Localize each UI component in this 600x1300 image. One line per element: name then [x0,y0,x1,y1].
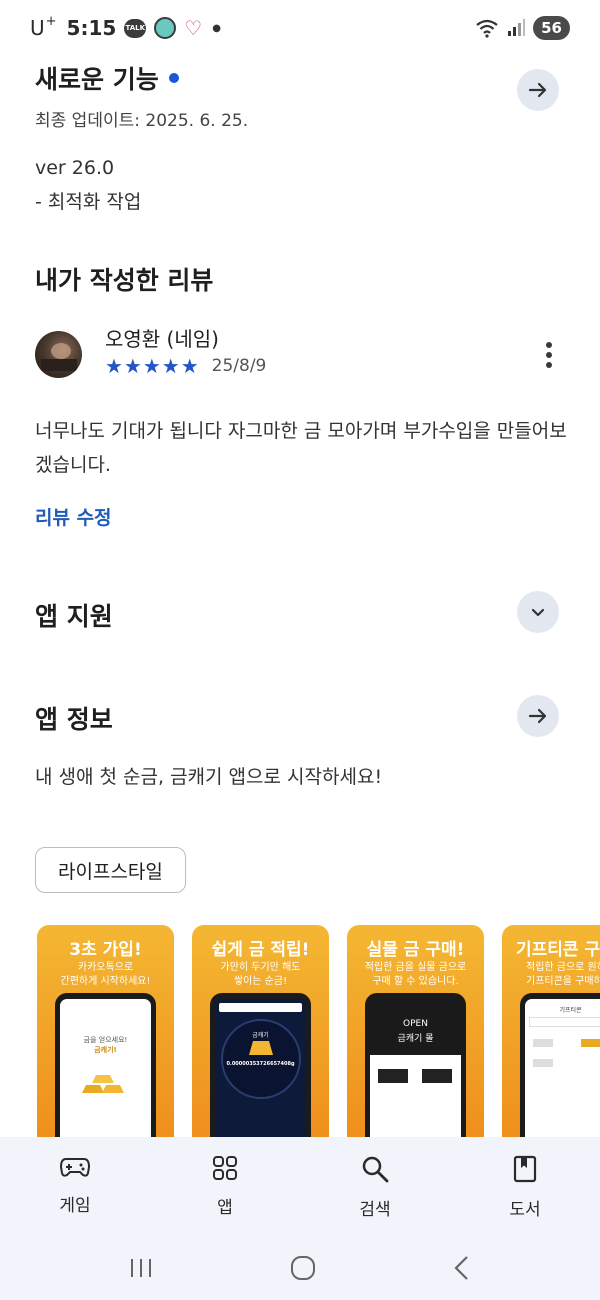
screenshot-subtitle: 적립한 금으로 원하 기프티콘을 구매하 [526,962,600,987]
bottom-navigation: 게임 앱 검색 도서 [0,1137,600,1235]
last-updated-text: 최종 업데이트: 2025. 6. 25. [35,111,249,131]
screenshot-subtitle: 카카오톡으로 간편하게 시작하세요! [60,962,151,987]
nav-label: 검색 [359,1200,391,1220]
whats-new-arrow-button[interactable] [517,69,559,111]
arrow-right-icon [528,82,547,98]
nav-item-books[interactable]: 도서 [450,1137,600,1235]
version-text: ver 26.0 [35,157,115,179]
app-support-heading: 앱 지원 [35,602,113,631]
system-navigation-bar [0,1235,600,1300]
home-icon[interactable] [290,1255,316,1281]
phone-mockup: OPEN 금캐기 몰 [365,993,466,1140]
screenshot-title: 3초 가입! [69,940,142,960]
screenshot-3[interactable]: 실물 금 구매! 적립한 금을 실물 금으로 구매 할 수 있습니다. OPEN … [347,925,484,1140]
arrow-right-icon [528,708,547,724]
app-info-section: 앱 정보 [35,700,570,736]
review-rating-row: ★★★★★ 25/8/9 [105,354,266,378]
nav-item-search[interactable]: 검색 [300,1137,450,1235]
my-review-section: 내가 작성한 리뷰 [35,261,570,297]
screenshot-title: 기프티콘 구 [516,940,600,960]
heart-notification-icon: ♡ [184,16,203,40]
screenshot-2[interactable]: 쉽게 금 적립! 가만히 두기만 해도 쌓이는 순금! 금캐기 0.0000035… [192,925,329,1140]
search-icon [362,1156,389,1183]
back-icon[interactable] [452,1255,472,1281]
whats-new-section: 새로운 기능 최종 업데이트: 2025. 6. 25. ver 26.0 - … [35,60,570,219]
nav-label: 앱 [217,1198,233,1218]
app-support-row[interactable]: 앱 지원 [35,597,570,633]
update-note-text: - 최적화 작업 [35,191,142,213]
new-indicator-dot [168,73,179,83]
review-stars: ★★★★★ [105,354,200,378]
whats-new-heading: 새로운 기능 [35,60,570,96]
screenshot-title: 실물 금 구매! [366,940,465,960]
carrier-label: U + [30,14,57,40]
app-info-heading: 앱 정보 [35,705,113,734]
status-time: 5:15 [66,16,117,40]
nav-label: 도서 [509,1200,541,1220]
app-description: 내 생애 첫 순금, 금캐기 앱으로 시작하세요! [35,766,383,788]
phone-mockup: 금캐기 0.00000353726657408g [210,993,311,1140]
my-review-heading: 내가 작성한 리뷰 [35,266,214,295]
screenshot-1[interactable]: 3초 가입! 카카오톡으로 간편하게 시작하세요! 금을 얻으세요! 금캐기! [37,925,174,1140]
app-support-expand-button[interactable] [517,591,559,633]
more-notifications-dot-icon: ● [212,22,221,34]
category-chip-lifestyle[interactable]: 라이프스타일 [35,847,186,893]
recent-apps-icon[interactable] [128,1257,154,1279]
screenshot-subtitle: 가만히 두기만 해도 쌓이는 순금! [220,962,301,987]
status-bar: U + 5:15 TALK ♡ ● 56 [0,0,600,56]
screenshot-title: 쉽게 금 적립! [211,940,310,960]
screenshot-4[interactable]: 기프티콘 구 적립한 금으로 원하 기프티콘을 구매하 기프티콘 [502,925,600,1140]
review-text: 너무나도 기대가 됩니다 자그마한 금 모아가며 부가수입을 만들어보겠습니다. [35,420,567,476]
apps-grid-icon [213,1156,237,1180]
battery-indicator: 56 [533,16,570,40]
reviewer-name: 오영환 (네임) [105,327,219,351]
phone-mockup: 기프티콘 [520,993,600,1140]
chevron-down-icon [531,608,545,617]
screenshot-carousel[interactable]: 3초 가입! 카카오톡으로 간편하게 시작하세요! 금을 얻으세요! 금캐기! 쉽… [37,925,600,1140]
phone-mockup: 금을 얻으세요! 금캐기! [55,993,156,1140]
book-icon [513,1155,537,1183]
app-info-arrow-button[interactable] [517,695,559,737]
gamepad-icon [60,1158,90,1177]
gold-bar-icon [249,1041,273,1055]
review-more-options-button[interactable] [543,342,555,368]
nav-item-games[interactable]: 게임 [0,1137,150,1235]
review-date: 25/8/9 [211,356,267,376]
kakaotalk-notification-icon: TALK [124,18,147,38]
gold-bars-icon [82,1075,124,1093]
edit-review-link[interactable]: 리뷰 수정 [35,503,570,530]
signal-icon [508,19,526,36]
wifi-icon [476,19,498,38]
nav-item-apps[interactable]: 앱 [150,1137,300,1235]
reviewer-avatar [35,331,82,378]
nav-label: 게임 [59,1196,91,1216]
app-notification-icon [154,17,177,39]
screenshot-subtitle: 적립한 금을 실물 금으로 구매 할 수 있습니다. [364,962,467,987]
